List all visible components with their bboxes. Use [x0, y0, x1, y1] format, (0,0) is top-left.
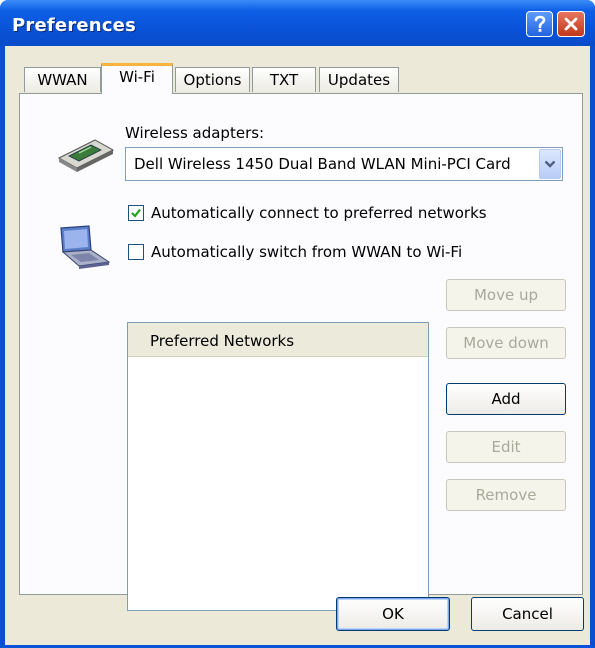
remove-label: Remove	[475, 486, 537, 504]
tab-options[interactable]: Options	[175, 67, 250, 92]
laptop-icon	[55, 224, 113, 276]
auto-connect-label[interactable]: Automatically connect to preferred netwo…	[151, 204, 487, 222]
preferences-dialog: Preferences WWAN Wi-Fi Options TXT Updat…	[0, 0, 595, 648]
close-x-icon	[564, 17, 578, 31]
wireless-adapters-label: Wireless adapters:	[125, 124, 265, 142]
cancel-button[interactable]: Cancel	[471, 597, 584, 631]
tab-label: Updates	[327, 71, 391, 89]
auto-switch-checkbox[interactable]	[128, 244, 144, 260]
edit-label: Edit	[491, 438, 521, 456]
tab-wifi[interactable]: Wi-Fi	[101, 63, 173, 94]
tab-txt[interactable]: TXT	[252, 67, 316, 92]
tab-label: WWAN	[37, 71, 88, 89]
wireless-adapter-value: Dell Wireless 1450 Dual Band WLAN Mini-P…	[134, 155, 511, 173]
move-down-label: Move down	[463, 334, 549, 352]
auto-connect-checkbox[interactable]	[128, 205, 144, 221]
window-border-right	[590, 46, 595, 648]
wireless-adapter-select[interactable]: Dell Wireless 1450 Dual Band WLAN Mini-P…	[125, 147, 563, 181]
chevron-down-icon	[544, 160, 556, 168]
help-button[interactable]	[526, 11, 553, 37]
remove-button[interactable]: Remove	[446, 479, 566, 511]
preferred-networks-column-header[interactable]: Preferred Networks	[128, 323, 428, 357]
cancel-label: Cancel	[502, 605, 553, 623]
dialog-client-area: WWAN Wi-Fi Options TXT Updates Wireless …	[5, 46, 590, 648]
add-label: Add	[491, 390, 521, 408]
move-down-button[interactable]: Move down	[446, 327, 566, 359]
edit-button[interactable]: Edit	[446, 431, 566, 463]
move-up-label: Move up	[473, 286, 539, 304]
tab-label: Options	[183, 71, 242, 89]
add-button[interactable]: Add	[446, 383, 566, 415]
tab-updates[interactable]: Updates	[319, 67, 399, 92]
close-button[interactable]	[557, 11, 585, 37]
auto-switch-label[interactable]: Automatically switch from WWAN to Wi-Fi	[151, 243, 462, 261]
move-up-button[interactable]: Move up	[446, 279, 566, 311]
column-header-label: Preferred Networks	[150, 332, 295, 350]
tab-label: TXT	[269, 71, 299, 89]
window-title: Preferences	[12, 15, 137, 36]
wireless-card-icon	[55, 132, 115, 178]
ok-label: OK	[382, 605, 404, 623]
tab-wwan[interactable]: WWAN	[24, 67, 101, 92]
preferred-networks-list[interactable]: Preferred Networks	[127, 322, 429, 611]
tab-label: Wi-Fi	[119, 68, 155, 86]
checkmark-icon	[131, 208, 141, 218]
question-mark-icon	[534, 15, 545, 32]
ok-button[interactable]: OK	[336, 597, 450, 631]
dropdown-button[interactable]	[539, 149, 561, 179]
